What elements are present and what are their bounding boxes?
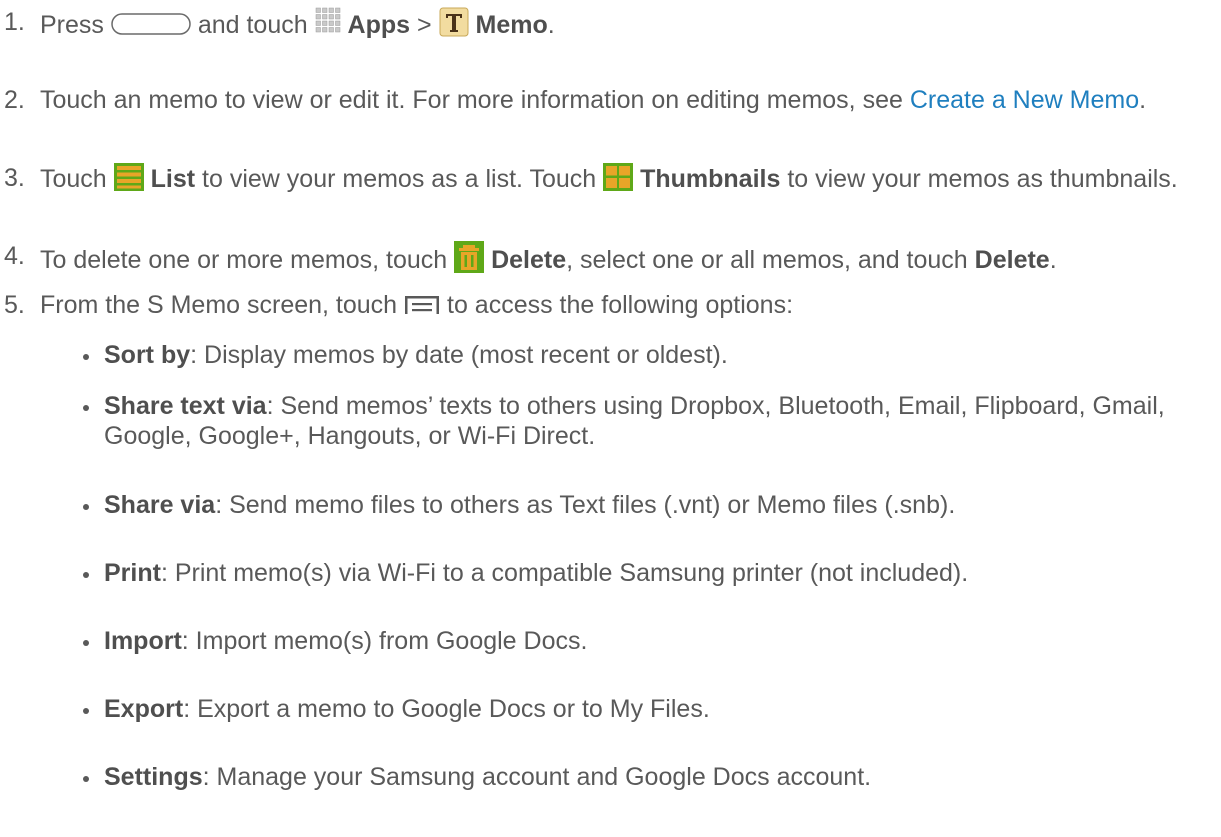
- bullet: [83, 640, 89, 646]
- step-number: 5.: [4, 291, 25, 319]
- step-number: 2.: [4, 86, 25, 114]
- step-number: 3.: [4, 164, 25, 192]
- memo-label: Memo: [475, 11, 548, 39]
- option-text: Export: Export a memo to Google Docs or …: [104, 695, 710, 723]
- option-text: Sort by: Display memos by date (most rec…: [104, 341, 728, 369]
- thumbnails-view-icon: [603, 163, 634, 198]
- step-number: 4.: [4, 242, 25, 270]
- apps-grid-icon: [315, 7, 341, 42]
- create-new-memo-link[interactable]: Create a New Memo: [910, 86, 1139, 114]
- bullet: [83, 572, 89, 578]
- list-view-icon: [113, 163, 144, 198]
- bullet: [83, 776, 89, 782]
- delete-label: Delete: [974, 246, 1050, 274]
- list-label: List: [150, 165, 196, 193]
- trash-icon: [454, 241, 485, 280]
- option-text: Share text via: Send memos’ texts to oth…: [104, 392, 1165, 450]
- option-text: Print: Print memo(s) via Wi-Fi to a comp…: [104, 559, 969, 587]
- option-text: Share via: Send memo files to others as …: [104, 491, 956, 519]
- home-button-icon: [111, 12, 191, 42]
- bullet: [83, 708, 89, 714]
- step-number: 1.: [4, 8, 25, 36]
- step-text: To delete one or more memos, touch Delet…: [40, 241, 1211, 280]
- menu-icon: [404, 292, 440, 322]
- bullet: [83, 405, 89, 411]
- delete-icon-label: Delete: [491, 246, 567, 274]
- apps-label: Apps: [347, 11, 411, 39]
- step-text: Touch List to view your memos as a list.…: [40, 163, 1211, 198]
- step-text: Press and touch Apps > Memo.: [40, 7, 1211, 44]
- bullet: [83, 354, 89, 360]
- step-text: Touch an memo to view or edit it. For mo…: [40, 86, 1147, 114]
- bullet: [83, 504, 89, 510]
- memo-app-icon: [439, 7, 469, 44]
- option-text: Settings: Manage your Samsung account an…: [104, 763, 872, 791]
- step-text: From the S Memo screen, touch to access …: [40, 290, 1211, 322]
- option-text: Import: Import memo(s) from Google Docs.: [104, 627, 588, 655]
- thumbnails-label: Thumbnails: [640, 165, 781, 193]
